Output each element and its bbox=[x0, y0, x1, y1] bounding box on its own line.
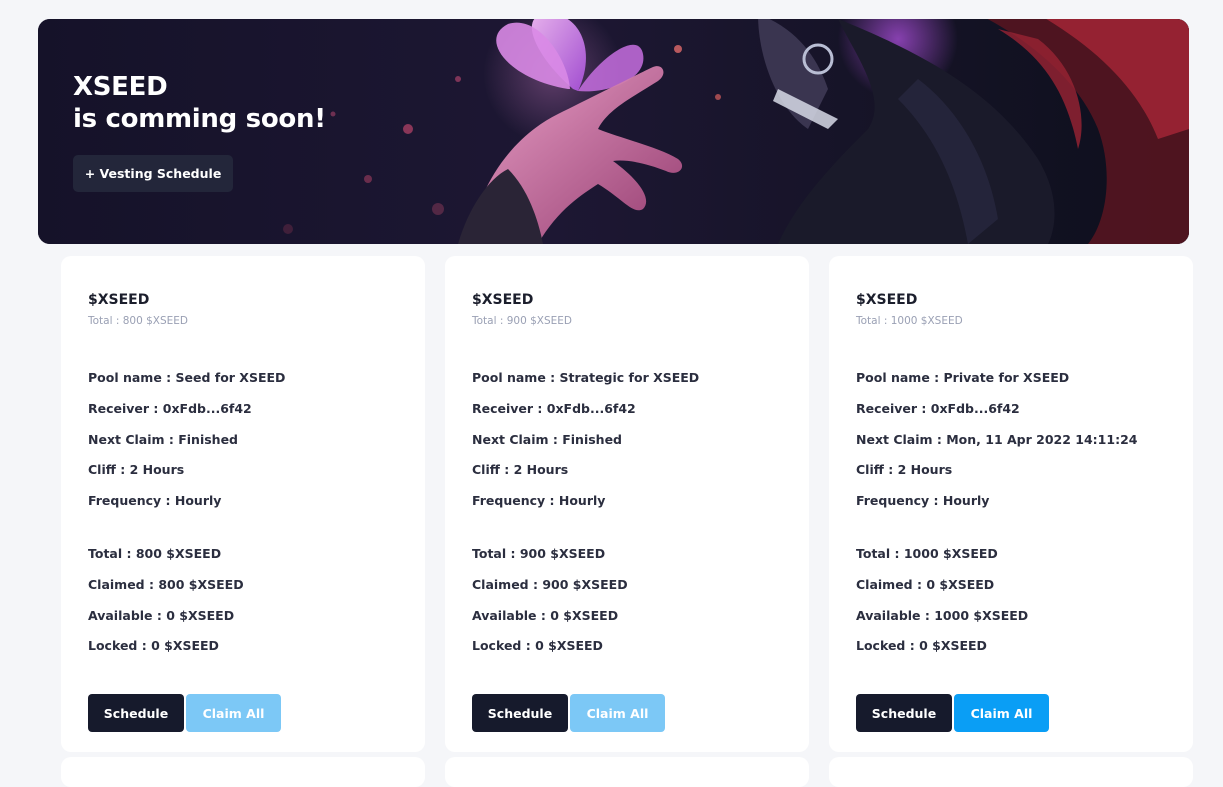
card-total-caption: Total : 800 $XSEED bbox=[88, 315, 189, 327]
pool-name: Pool name : Seed for XSEED bbox=[88, 370, 286, 385]
next-claim: Next Claim : Finished bbox=[472, 431, 623, 447]
claimed-amount: Claimed : 900 $XSEED bbox=[472, 576, 628, 592]
locked-amount: Locked : 0 $XSEED bbox=[856, 638, 987, 654]
vesting-card: $XSEED Total : 1000 $XSEED Pool name : P… bbox=[829, 256, 1193, 752]
next-claim: Next Claim : Finished bbox=[88, 431, 239, 447]
available-amount: Available : 1000 $XSEED bbox=[856, 607, 1029, 623]
pool-name: Pool name : Private for XSEED bbox=[856, 370, 1070, 385]
total-amount: Total : 900 $XSEED bbox=[472, 546, 606, 561]
schedule-button[interactable]: Schedule bbox=[472, 694, 568, 732]
vesting-card: $XSEED Total : 900 $XSEED Pool name : St… bbox=[445, 256, 809, 752]
receiver: Receiver : 0xFdb...6f42 bbox=[472, 400, 636, 416]
cliff: Cliff : 2 Hours bbox=[856, 462, 953, 478]
available-amount: Available : 0 $XSEED bbox=[88, 607, 235, 623]
vesting-card-partial bbox=[445, 757, 809, 787]
total-amount: Total : 800 $XSEED bbox=[88, 546, 222, 561]
card-token-name: $XSEED bbox=[856, 292, 918, 308]
hero-title-line2: is comming soon! bbox=[73, 104, 326, 134]
vesting-card-partial bbox=[829, 757, 1193, 787]
card-token-name: $XSEED bbox=[88, 292, 150, 308]
claim-all-button[interactable]: Claim All bbox=[570, 694, 665, 732]
claim-all-button[interactable]: Claim All bbox=[954, 694, 1049, 732]
cliff: Cliff : 2 Hours bbox=[88, 462, 185, 478]
vesting-card: $XSEED Total : 800 $XSEED Pool name : Se… bbox=[61, 256, 425, 752]
hero-title-line1: XSEED bbox=[73, 72, 168, 102]
schedule-button[interactable]: Schedule bbox=[88, 694, 184, 732]
next-claim: Next Claim : Mon, 11 Apr 2022 14:11:24 bbox=[856, 431, 1138, 447]
vesting-schedule-button[interactable]: + Vesting Schedule bbox=[73, 155, 233, 192]
card-total-caption: Total : 900 $XSEED bbox=[472, 315, 573, 327]
vesting-card-partial bbox=[61, 757, 425, 787]
hero-title: XSEED is comming soon! bbox=[73, 71, 326, 135]
frequency: Frequency : Hourly bbox=[856, 493, 990, 509]
schedule-button[interactable]: Schedule bbox=[856, 694, 952, 732]
frequency: Frequency : Hourly bbox=[88, 493, 222, 509]
card-total-caption: Total : 1000 $XSEED bbox=[856, 315, 963, 327]
card-token-name: $XSEED bbox=[472, 292, 534, 308]
locked-amount: Locked : 0 $XSEED bbox=[88, 638, 219, 654]
receiver: Receiver : 0xFdb...6f42 bbox=[88, 400, 252, 416]
locked-amount: Locked : 0 $XSEED bbox=[472, 638, 603, 654]
claimed-amount: Claimed : 0 $XSEED bbox=[856, 576, 995, 592]
total-amount: Total : 1000 $XSEED bbox=[856, 546, 998, 561]
frequency: Frequency : Hourly bbox=[472, 493, 606, 509]
claimed-amount: Claimed : 800 $XSEED bbox=[88, 576, 244, 592]
cliff: Cliff : 2 Hours bbox=[472, 462, 569, 478]
hero-banner: XSEED is comming soon! + Vesting Schedul… bbox=[38, 19, 1189, 244]
available-amount: Available : 0 $XSEED bbox=[472, 607, 619, 623]
pool-name: Pool name : Strategic for XSEED bbox=[472, 370, 700, 385]
receiver: Receiver : 0xFdb...6f42 bbox=[856, 400, 1020, 416]
claim-all-button[interactable]: Claim All bbox=[186, 694, 281, 732]
